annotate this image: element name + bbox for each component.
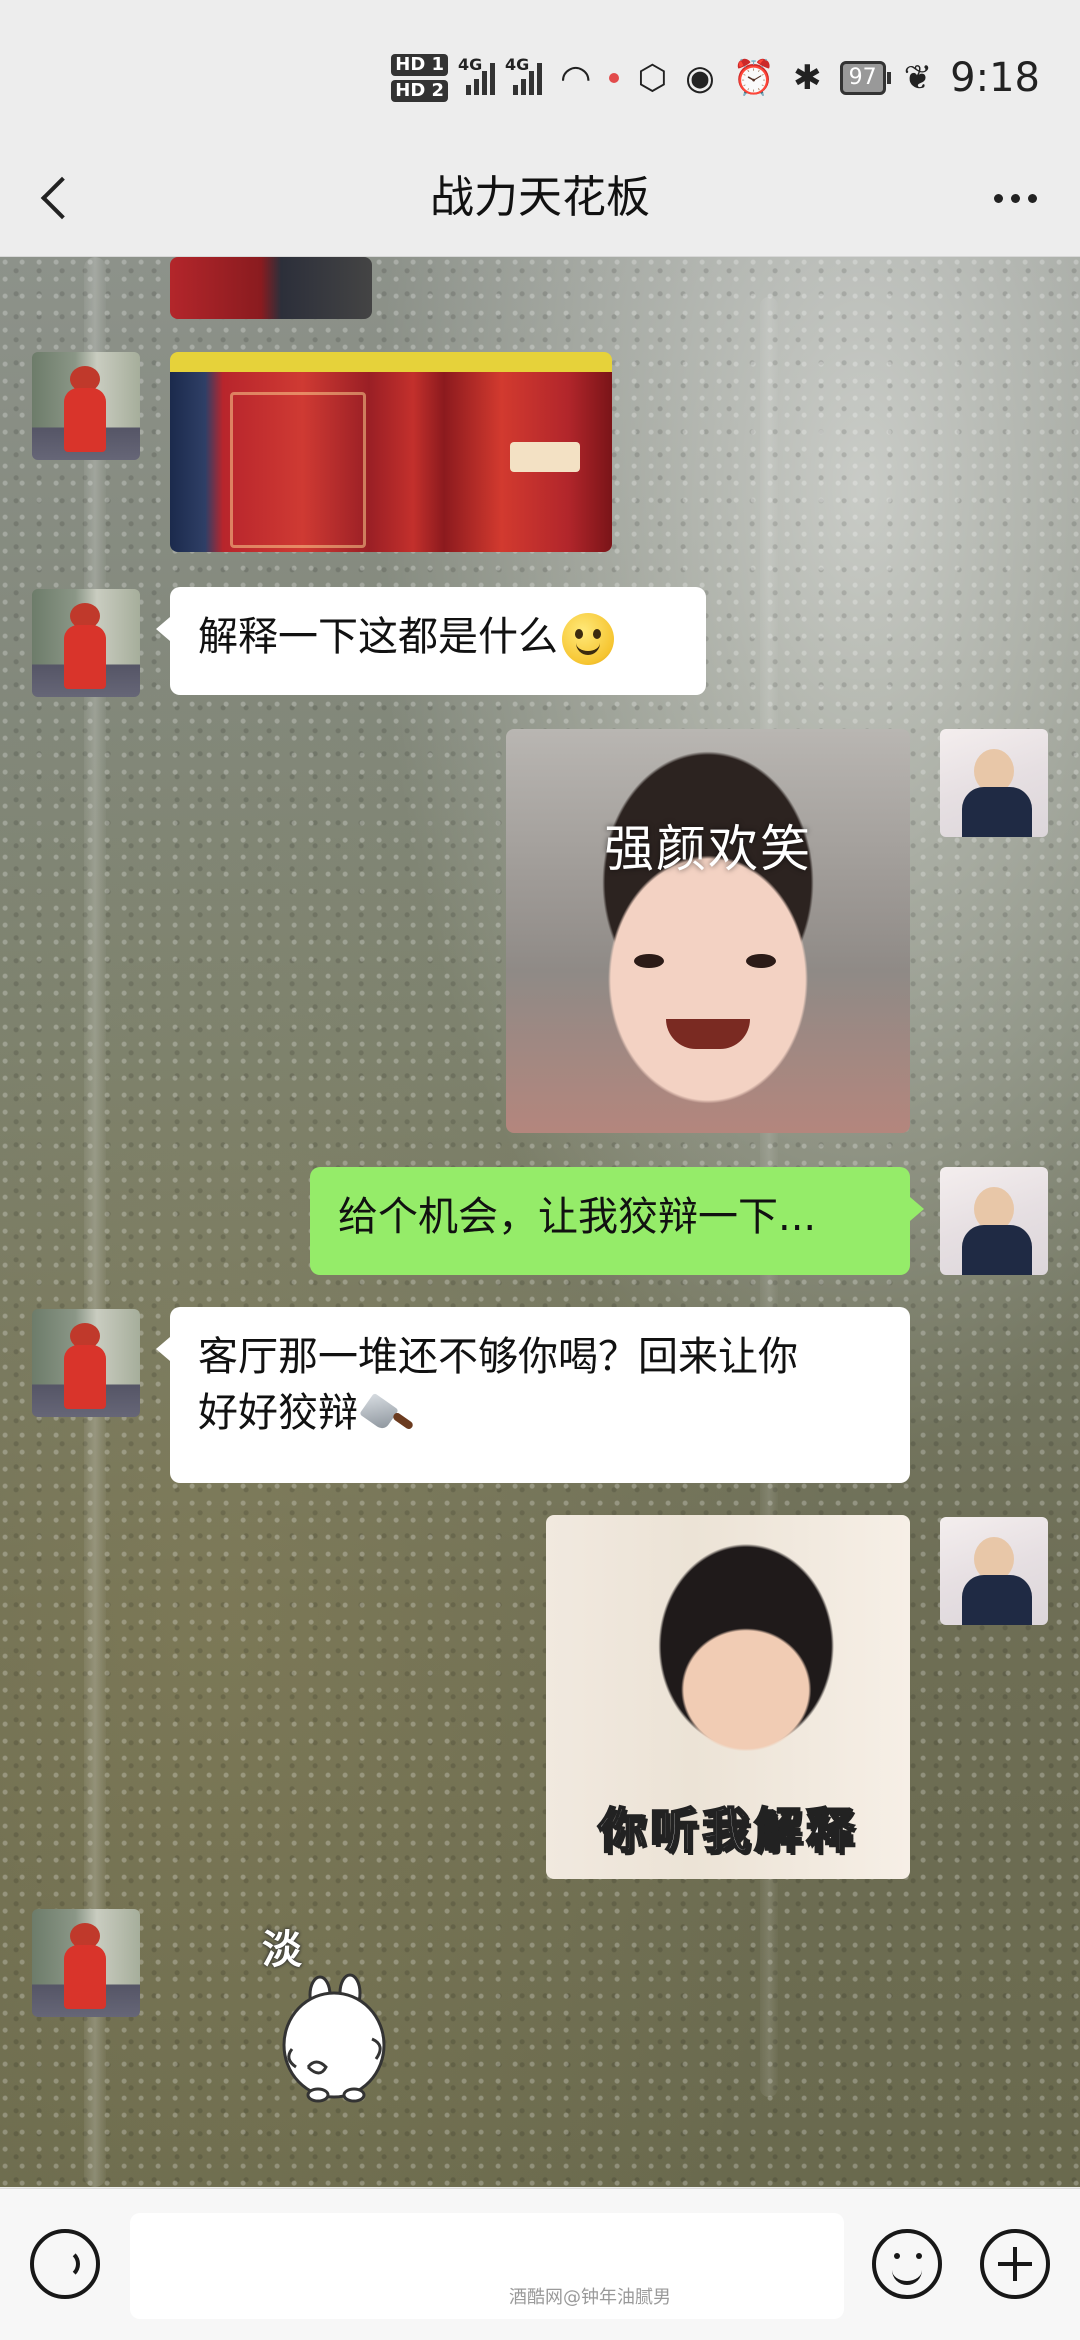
message-bubble-incoming[interactable]: 客厅那一堆还不够你喝？回来让你 好好狡辩 [156,1307,910,1483]
voice-input-button[interactable] [30,2229,100,2299]
chat-title: 战力天花板 [430,172,650,223]
status-bar: HD 1 HD 2 4G 4G ◠ ⬡ ◉ ⏰ ✱ 97 ❦ 9:18 [0,0,1080,140]
battery-icon: 97 [839,61,891,95]
sticker-caption: 淡 [262,1927,302,1973]
friend-avatar[interactable] [32,1909,140,2017]
message-text-line-2: 好好狡辩 [198,1390,358,1436]
status-time: 9:18 [950,55,1040,101]
sticker-caption: 强颜欢笑 [604,820,812,878]
image-message-partial[interactable] [170,257,372,319]
signal-icon-2: 4G [505,55,543,95]
hd1-label: HD 1 [391,54,449,76]
bluetooth-icon: ✱ [793,58,822,98]
sticker-message-bunny[interactable]: 淡 [262,1917,412,2117]
chat-header: 战力天花板 [0,140,1080,257]
network-label-2: 4G [505,55,530,74]
chat-message-list[interactable]: 解释一下这都是什么 强颜欢笑 给个机会，让我狡辩一下... 客厅那一堆还不够你喝… [0,257,1080,2187]
eye-icon: ◉ [685,58,715,98]
friend-avatar[interactable] [32,589,140,697]
signal-icon-1: 4G [458,55,496,95]
cleaver-emoji-icon [364,1395,416,1435]
hd2-label: HD 2 [391,80,449,102]
watermark-text: 酒酷网@钟年油腻男 [509,2287,671,2308]
sticker-caption: 你听我解释 [597,1802,858,1860]
message-bubble-incoming[interactable]: 解释一下这都是什么 [156,587,706,695]
self-avatar[interactable] [940,729,1048,837]
friend-avatar[interactable] [32,352,140,460]
message-input-bar: 酒酷网@钟年油腻男 [0,2188,1080,2340]
notification-dot-icon [609,73,620,83]
hexagon-hand-icon: ⬡ [637,58,668,98]
message-text: 解释一下这都是什么 [198,614,558,660]
alarm-icon: ⏰ [732,58,776,98]
self-avatar[interactable] [940,1167,1048,1275]
more-dots-icon [993,193,1003,203]
more-options-button[interactable] [980,168,1050,228]
more-actions-button[interactable] [980,2229,1050,2299]
status-icons: HD 1 HD 2 4G 4G ◠ ⬡ ◉ ⏰ ✱ 97 ❦ 9:18 [391,48,1040,108]
self-avatar[interactable] [940,1517,1048,1625]
image-message-gifts[interactable] [170,352,612,552]
friend-avatar[interactable] [32,1309,140,1417]
message-bubble-outgoing[interactable]: 给个机会，让我狡辩一下... [310,1167,924,1275]
emoji-button[interactable] [872,2229,942,2299]
voice-wave-icon [50,2249,80,2279]
smile-emoji-icon [562,613,614,665]
wifi-icon: ◠ [560,57,592,99]
network-label-1: 4G [458,55,483,74]
sticker-message-girl[interactable]: 你听我解释 [546,1515,910,1879]
hd-indicator: HD 1 HD 2 [391,52,449,104]
sticker-message-kid[interactable]: 强颜欢笑 [506,729,910,1133]
leaf-icon: ❦ [903,58,933,98]
message-text: 给个机会，让我狡辩一下... [338,1194,817,1240]
message-text-line-1: 客厅那一堆还不够你喝？回来让你 [198,1334,798,1380]
